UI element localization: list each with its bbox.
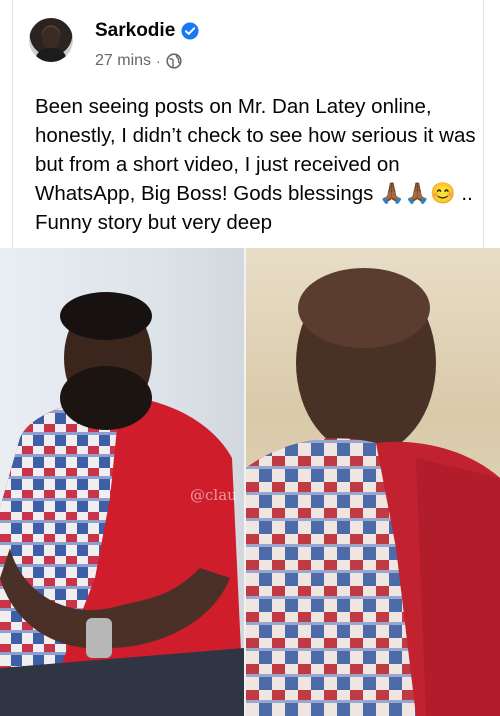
- post-card: Sarkodie 27 mins · Been seeing posts on …: [12, 0, 484, 248]
- post-meta: 27 mins ·: [95, 52, 182, 70]
- photo-left-panel: @clau: [0, 248, 244, 716]
- globe-icon[interactable]: [166, 53, 182, 69]
- author-name[interactable]: Sarkodie: [95, 20, 175, 42]
- left-person-illustration: [0, 292, 244, 716]
- verified-badge-icon: [181, 22, 199, 40]
- author-name-row: Sarkodie: [95, 20, 199, 42]
- avatar-body: [36, 48, 66, 62]
- author-avatar[interactable]: [29, 18, 73, 62]
- post-body-text: Been seeing posts on Mr. Dan Latey onlin…: [35, 95, 476, 234]
- photo-watermark: @clau: [190, 486, 237, 504]
- post-header: Sarkodie 27 mins ·: [29, 14, 469, 70]
- meta-separator: ·: [156, 53, 161, 69]
- photo-right-panel: [246, 248, 500, 716]
- avatar-face: [42, 27, 60, 49]
- post-timestamp[interactable]: 27 mins: [95, 52, 151, 70]
- post-photo[interactable]: @clau: [0, 248, 500, 716]
- right-person-illustration: [246, 268, 500, 716]
